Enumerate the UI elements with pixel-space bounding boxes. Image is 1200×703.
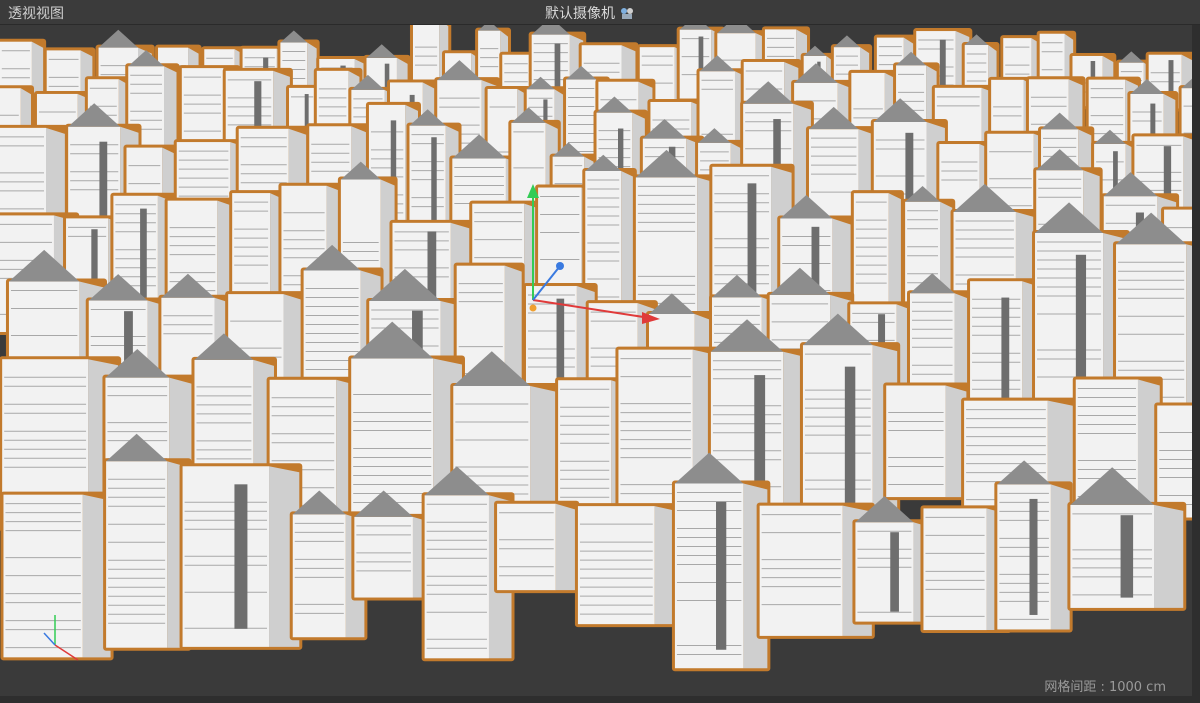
building[interactable] xyxy=(923,508,987,631)
building[interactable] xyxy=(855,522,914,622)
building[interactable] xyxy=(106,461,168,648)
building-shadow xyxy=(431,137,437,231)
building-side xyxy=(1154,504,1184,608)
axis-gizmo-icon xyxy=(43,615,79,661)
building-roof xyxy=(366,44,397,58)
move-z-handle[interactable] xyxy=(556,262,564,270)
building[interactable] xyxy=(354,516,413,598)
building-shadow xyxy=(427,231,437,301)
viewport-header: 透视视图 默认摄像机 xyxy=(0,0,1200,25)
building[interactable] xyxy=(997,484,1051,630)
building[interactable] xyxy=(1070,504,1155,608)
3d-viewport[interactable]: 透视视图 默认摄像机 网格间距 : 1000 cm xyxy=(0,0,1200,703)
building[interactable] xyxy=(853,193,889,311)
horizontal-scrollbar[interactable] xyxy=(0,696,1200,703)
city-scene[interactable] xyxy=(0,0,1200,703)
view-name-label[interactable]: 透视视图 xyxy=(8,3,64,23)
building-side xyxy=(530,385,558,506)
grid-spacing-readout: 网格间距 : 1000 cm xyxy=(1044,680,1166,695)
camera-selector[interactable]: 默认摄像机 xyxy=(545,3,635,23)
building-side xyxy=(283,294,303,387)
building[interactable] xyxy=(674,483,744,669)
camera-name-label: 默认摄像机 xyxy=(545,6,615,22)
camera-icon[interactable] xyxy=(619,6,635,20)
building[interactable] xyxy=(424,495,489,659)
building-side xyxy=(832,218,851,303)
building-roof xyxy=(1118,51,1144,63)
building-side xyxy=(555,503,577,591)
building[interactable] xyxy=(497,503,556,591)
building-shadow xyxy=(234,484,248,629)
move-manipulator-icon[interactable] xyxy=(529,304,537,312)
building[interactable] xyxy=(886,385,946,498)
building-shadow xyxy=(716,501,727,650)
building-shadow xyxy=(1120,515,1134,598)
building-shadow xyxy=(1029,498,1038,615)
building-roof xyxy=(280,30,308,43)
building-side xyxy=(1050,484,1070,630)
vertical-scrollbar[interactable] xyxy=(1192,24,1200,703)
building-shadow xyxy=(890,532,899,612)
building[interactable] xyxy=(759,505,843,636)
building-roof xyxy=(98,29,139,48)
building-side xyxy=(888,193,901,311)
building-roof xyxy=(833,35,860,48)
